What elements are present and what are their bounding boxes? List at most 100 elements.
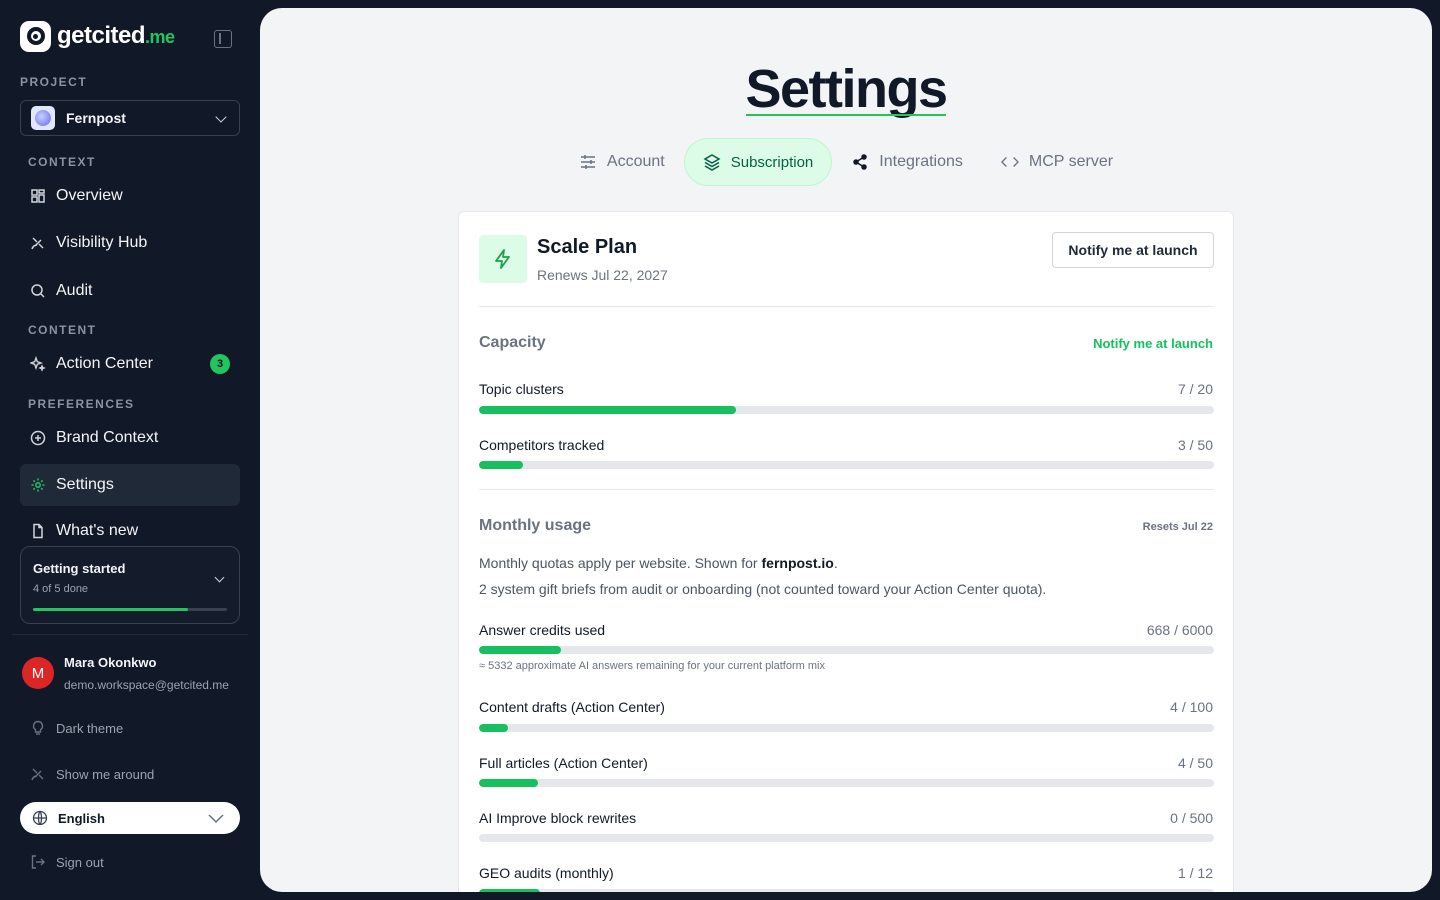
nav-item-action-center[interactable]: Action Center 3: [20, 343, 240, 385]
getting-started-title: Getting started: [33, 561, 126, 576]
tab-label: MCP server: [1028, 153, 1114, 170]
meter-track: [479, 834, 1214, 842]
meter-label: Full articles (Action Center): [479, 755, 648, 771]
meter-value: 3 / 50: [1177, 437, 1213, 453]
nav-clip: What's new: [20, 506, 240, 540]
dark-theme-label: Dark theme: [56, 720, 124, 736]
search-icon: [30, 283, 46, 299]
plan-renewal-date: Renews Jul 22, 2027: [537, 267, 668, 283]
satellite-icon: [30, 235, 46, 251]
dark-theme-toggle[interactable]: Dark theme: [30, 720, 123, 736]
nav-item-audit[interactable]: Audit: [20, 270, 240, 312]
collapse-sidebar-icon[interactable]: [214, 30, 232, 48]
globe-icon: [32, 810, 48, 826]
meter-fill: [479, 779, 538, 787]
sliders-icon: [579, 153, 597, 171]
user-email: demo.workspace@getcited.me: [64, 678, 229, 692]
tab-subscription[interactable]: Subscription: [683, 138, 833, 186]
meter-track: [479, 779, 1214, 787]
meter-label: Topic clusters: [479, 381, 564, 397]
project-name: Fernpost: [66, 110, 126, 126]
tab-account[interactable]: Account: [560, 138, 684, 186]
project-selector[interactable]: Fernpost: [20, 100, 240, 136]
content-section-label: CONTENT: [28, 323, 97, 337]
nav-label: Settings: [56, 476, 114, 493]
usage-description: Monthly quotas apply per website. Shown …: [479, 555, 838, 571]
nav-item-visibility-hub[interactable]: Visibility Hub: [20, 222, 240, 264]
meter-fill: [479, 889, 541, 892]
usage-reset-date: Resets Jul 22: [1142, 521, 1213, 533]
nav-label: What's new: [56, 522, 139, 539]
meter-fill: [479, 724, 509, 732]
gear-icon: [30, 477, 46, 493]
answer-credits-note: ≈ 5332 approximate AI answers remaining …: [479, 660, 825, 672]
chevron-down-icon: [208, 811, 224, 825]
tab-mcp-server[interactable]: MCP server: [982, 138, 1132, 186]
share-icon: [851, 153, 869, 171]
sparkles-icon: [30, 356, 46, 372]
sidebar: getcited.me PROJECT Fernpost CONTEXT Ove…: [0, 0, 260, 900]
meter-fill: [479, 406, 737, 414]
meter-track: [479, 406, 1214, 414]
nav-item-settings[interactable]: Settings: [20, 464, 240, 506]
nav-label: Action Center: [56, 355, 153, 372]
tab-label: Account: [606, 153, 665, 170]
gift-briefs-note: 2 system gift briefs from audit or onboa…: [479, 581, 1047, 597]
divider: [479, 306, 1214, 307]
code-icon: [1000, 153, 1019, 171]
satellite-icon: [30, 766, 46, 782]
tab-integrations[interactable]: Integrations: [832, 138, 982, 186]
action-count-badge: 3: [210, 354, 230, 374]
notify-me-button[interactable]: Notify me at launch: [1052, 232, 1214, 268]
preferences-section-label: PREFERENCES: [28, 397, 135, 411]
tour-button[interactable]: Show me around: [30, 766, 154, 782]
getting-started-progress-track: [33, 608, 227, 611]
tab-label: Integrations: [879, 153, 963, 170]
brand-logo-icon: [20, 20, 51, 52]
avatar[interactable]: M: [22, 657, 54, 689]
meter-label: AI Improve block rewrites: [479, 810, 637, 826]
project-section-label: PROJECT: [20, 75, 88, 89]
meter-track: [479, 889, 1214, 892]
language-label: English: [58, 810, 105, 826]
nav-item-overview[interactable]: Overview: [20, 175, 240, 217]
meter-track: [479, 646, 1214, 654]
getting-started-card[interactable]: Getting started 4 of 5 done: [20, 546, 240, 624]
capacity-notify-link[interactable]: Notify me at launch: [1093, 336, 1213, 351]
meter-value: 4 / 100: [1170, 699, 1213, 715]
lightbulb-icon: [30, 720, 46, 736]
meter-track: [479, 724, 1214, 732]
layers-icon: [703, 153, 721, 171]
nav-item-brand-context[interactable]: Brand Context: [20, 417, 240, 459]
getting-started-progress-text: 4 of 5 done: [33, 583, 89, 595]
sign-out-button[interactable]: Sign out: [30, 854, 104, 870]
user-name: Mara Okonkwo: [64, 655, 157, 670]
language-select[interactable]: English: [20, 802, 240, 834]
project-avatar: [31, 106, 55, 130]
meter-track: [479, 461, 1214, 469]
website-name: fernpost.io: [761, 555, 834, 571]
meter-value: 7 / 20: [1177, 381, 1213, 397]
sign-out-icon: [30, 854, 46, 870]
monthly-usage-title: Monthly usage: [479, 517, 592, 534]
meter-fill: [479, 461, 524, 469]
nav-item-whats-new[interactable]: What's new: [20, 510, 240, 540]
plan-name: Scale Plan: [537, 236, 638, 258]
page-title: Settings: [745, 59, 948, 119]
plus-circle-icon: [30, 430, 46, 446]
sign-out-label: Sign out: [56, 854, 104, 870]
divider: [12, 634, 248, 635]
main-panel: Settings Account Subscription Integratio…: [260, 8, 1432, 892]
grid-icon: [30, 188, 46, 204]
tour-label: Show me around: [56, 766, 155, 782]
title-underline: [746, 114, 946, 116]
brand-name: getcited.me: [57, 22, 175, 49]
divider: [479, 489, 1214, 490]
nav-label: Audit: [56, 282, 93, 299]
brand[interactable]: getcited.me: [20, 20, 175, 52]
meter-label: Content drafts (Action Center): [479, 699, 665, 715]
nav-label: Overview: [56, 187, 123, 204]
chevron-down-icon: [215, 111, 227, 123]
lightning-icon: [479, 235, 527, 283]
meter-label: GEO audits (monthly): [479, 865, 614, 881]
